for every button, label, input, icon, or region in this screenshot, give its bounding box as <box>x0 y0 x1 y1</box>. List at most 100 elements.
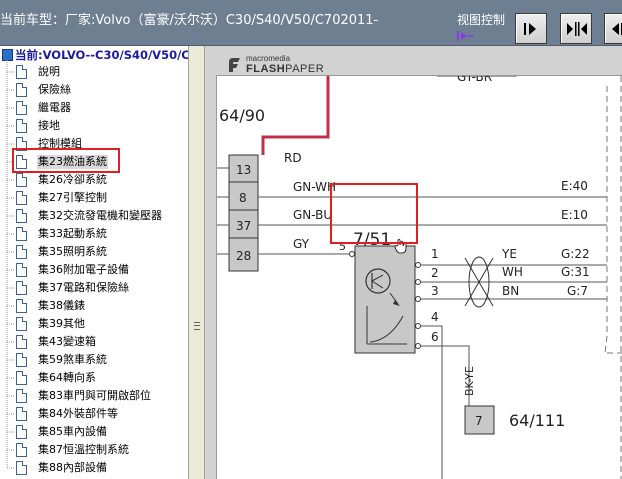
document-icon <box>16 209 27 223</box>
tree-item-instruments[interactable]: 集38儀錶 <box>16 297 188 315</box>
tree-item-steering[interactable]: 集64轉向系 <box>16 369 188 387</box>
tree-item-label: 保險絲 <box>38 83 71 96</box>
tree-item-label: 集35照明系統 <box>38 245 107 258</box>
sensor-output-pins <box>415 262 421 349</box>
tree-item-interior-equipment[interactable]: 集85車內設備 <box>16 423 188 441</box>
code-g7: G:7 <box>567 284 588 298</box>
tree-item-doors-openings[interactable]: 集83車門與可開啟部位 <box>16 387 188 405</box>
sensor-pin-2: 2 <box>431 266 439 280</box>
document-icon <box>16 353 27 367</box>
connector-pin-8: 8 <box>239 191 247 205</box>
document-icon <box>16 245 27 259</box>
tree-item-relay[interactable]: 繼電器 <box>16 99 188 117</box>
next-page-button[interactable] <box>515 13 547 44</box>
tree-item-label: 集32交流發電機和變壓器 <box>38 209 162 222</box>
logo-paper-text: PAPER <box>285 63 325 75</box>
wire-label-bn: BN <box>502 284 519 298</box>
document-icon <box>16 461 27 475</box>
panel-splitter[interactable] <box>188 46 205 479</box>
tree-item-exterior-parts[interactable]: 集84外裝部件等 <box>16 405 188 423</box>
tree-item-brake-system[interactable]: 集59煞車系統 <box>16 351 188 369</box>
sensor-pin-5: 5 <box>339 240 346 253</box>
connector-ref-64-111: 64/111 <box>509 411 565 430</box>
logo-flashpaper-text: FLASHPAPER <box>246 63 324 75</box>
tree-item-auxiliary-electrical[interactable]: 集36附加電子設備 <box>16 261 188 279</box>
tree-item-label: 集85車內設備 <box>38 425 107 438</box>
hand-cursor-icon <box>394 239 407 254</box>
splitter-grip-icon <box>194 322 200 330</box>
wire-label-gn-wh: GN-WH <box>293 180 336 194</box>
document-page[interactable]: GY-BR 64/90 13 8 37 28 RD GN-WH GN-BU GY <box>216 75 622 479</box>
tree-item-engine-control[interactable]: 集27引擎控制 <box>16 189 188 207</box>
document-icon <box>16 281 27 295</box>
next-page-icon <box>524 23 536 35</box>
code-g31: G:31 <box>561 265 590 279</box>
sensor-pin-1: 1 <box>431 247 439 261</box>
macromedia-logo-icon <box>229 58 240 72</box>
document-icon <box>16 101 27 115</box>
tree-item-fuse[interactable]: 保險絲 <box>16 81 188 99</box>
logo-macromedia-text: macromedia <box>246 54 291 63</box>
selection-highlight-box <box>12 148 120 173</box>
wire-label-rd: RD <box>284 151 302 165</box>
wire-label-bk-ye: BK-YE <box>463 366 476 396</box>
document-icon <box>16 425 27 439</box>
logo-flash-text: FLASH <box>246 63 286 75</box>
wire-label-gy: GY <box>293 237 310 251</box>
sensor-pin-4: 4 <box>431 310 439 324</box>
tree-item-other[interactable]: 集39其他 <box>16 315 188 333</box>
connector-pin-13: 13 <box>236 163 251 177</box>
document-icon <box>16 191 27 205</box>
tree-root-label: 当前:VOLVO--C30/S40/V50/C7 <box>15 48 188 62</box>
tree-item-label: 集39其他 <box>38 317 85 330</box>
tree-item-interior-devices[interactable]: 集88內部設備 <box>16 459 188 477</box>
document-icon <box>16 443 27 457</box>
tree-item-label: 集83車門與可開啟部位 <box>38 389 151 402</box>
code-e40: E:40 <box>561 179 588 193</box>
tree-item-ground[interactable]: 接地 <box>16 117 188 135</box>
connector-pin-7: 7 <box>475 414 483 428</box>
tree-item-label: 集43變速箱 <box>38 335 96 348</box>
document-icon <box>16 173 27 187</box>
tree-item-label: 集33起動系統 <box>38 227 107 240</box>
tree-item-transmission[interactable]: 集43變速箱 <box>16 333 188 351</box>
tree-item-label: 集87恒溫控制系統 <box>38 443 129 456</box>
wire-label-gn-bu: GN-BU <box>293 208 332 222</box>
tree-item-cooling-system[interactable]: 集26冷卻系統 <box>16 171 188 189</box>
document-icon <box>16 227 27 241</box>
fit-width-button[interactable] <box>560 13 592 44</box>
car-model-label: 当前车型：厂家:Volvo（富豪/沃尔沃）C30/S40/V50/C702011… <box>0 13 379 28</box>
tree-item-starting-system[interactable]: 集33起動系統 <box>16 225 188 243</box>
tree-item-label: 集27引擎控制 <box>38 191 107 204</box>
connector-pin-28: 28 <box>236 249 251 263</box>
fit-width-icon <box>567 22 587 36</box>
code-e10: E:10 <box>561 208 588 222</box>
previous-page-icon <box>612 23 622 35</box>
tree-item-lighting-system[interactable]: 集35照明系統 <box>16 243 188 261</box>
tree-item-label: 集59煞車系統 <box>38 353 107 366</box>
view-control-label: 视图控制 <box>457 13 506 27</box>
document-icon <box>16 335 27 349</box>
flashpaper-viewer[interactable]: macromedia FLASHPAPER GY-BR 64/90 13 8 3… <box>205 46 622 479</box>
tree-item-label: 集36附加電子設備 <box>38 263 129 276</box>
chapter-tree[interactable]: 当前:VOLVO--C30/S40/V50/C7 說明 保險絲 繼電器 接地 控制模組集… <box>0 46 188 479</box>
document-icon <box>16 119 27 133</box>
tree-item-label: 集38儀錶 <box>38 299 85 312</box>
tree-root[interactable]: 当前:VOLVO--C30/S40/V50/C7 <box>2 47 188 63</box>
tree-item-label: 繼電器 <box>38 101 71 114</box>
document-icon <box>16 299 27 313</box>
tree-item-label: 集88內部設備 <box>38 461 107 474</box>
tree-item-label: 集64轉向系 <box>38 371 96 384</box>
wire-label-ye: YE <box>501 247 517 261</box>
tree-item-alternator-regulator[interactable]: 集32交流發電機和變壓器 <box>16 207 188 225</box>
tree-item-label: 接地 <box>38 119 60 132</box>
sensor-pin-3: 3 <box>431 284 439 298</box>
document-icon <box>16 65 27 79</box>
tree-item-circuits-fuses[interactable]: 集37電路和保險絲 <box>16 279 188 297</box>
tree-item-description[interactable]: 說明 <box>16 63 188 81</box>
connector-pin-37: 37 <box>236 219 251 233</box>
tree-item-label: 說明 <box>38 65 60 78</box>
sensor-pin-6: 6 <box>431 330 439 344</box>
previous-page-button[interactable] <box>604 13 622 44</box>
tree-item-climate-control[interactable]: 集87恒溫控制系統 <box>16 441 188 459</box>
